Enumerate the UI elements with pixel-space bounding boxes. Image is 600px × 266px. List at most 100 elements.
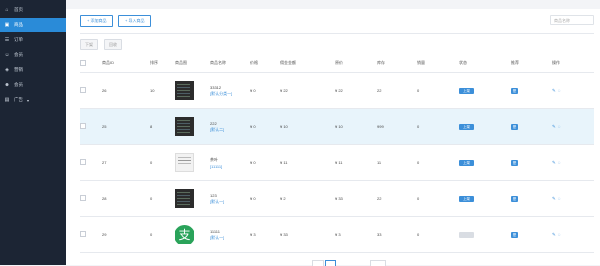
- pagination-next[interactable]: [370, 260, 386, 266]
- goods-thumbnail[interactable]: [175, 153, 194, 172]
- recommend-toggle[interactable]: 是: [511, 159, 518, 166]
- table-row: 27 0 茶叶 [11111] ¥ 0 ¥ 11 ¥ 11 11 0 上架是 ✎◌: [80, 144, 594, 181]
- goods-category-link[interactable]: [默认一]: [210, 235, 250, 241]
- top-bar: [66, 0, 600, 9]
- goods-category-link[interactable]: [默认一]: [210, 199, 250, 205]
- recommend-toggle[interactable]: 是: [511, 87, 518, 94]
- commission: ¥ 10: [280, 108, 335, 145]
- sidebar-item-label: 营销: [14, 67, 23, 72]
- view-icon[interactable]: ◌: [558, 124, 563, 129]
- goods-id: 28: [102, 180, 150, 217]
- recommend-toggle[interactable]: 是: [511, 123, 518, 130]
- select-cell: [80, 72, 102, 109]
- column-header: 排序: [150, 54, 175, 73]
- sort-value: 10: [150, 72, 175, 109]
- goods-category-link[interactable]: [默认分类一]: [210, 91, 250, 97]
- sidebar-item[interactable]: ☺ 会员: [0, 48, 66, 62]
- recommend-toggle[interactable]: 是: [511, 195, 518, 202]
- thumb-cell: 支: [175, 216, 210, 253]
- sidebar-item-label: 广告: [14, 97, 23, 102]
- goods-thumbnail[interactable]: [175, 81, 194, 100]
- actions-cell: ✎◌: [552, 180, 594, 217]
- recycle-button[interactable]: 回收: [104, 39, 122, 50]
- stock: 999: [377, 108, 417, 145]
- actions-cell: ✎◌: [552, 108, 594, 145]
- goods-icon: ▣: [4, 22, 10, 28]
- name-cell: 茶叶 [11111]: [210, 144, 250, 181]
- status-toggle[interactable]: 上架: [459, 231, 474, 238]
- stock: 11: [377, 144, 417, 181]
- marketing-icon: ◈: [5, 67, 9, 73]
- table-row: 29 0 支 11111 [默认一] ¥ 3 ¥ 33 ¥ 3 33 0 上架是 ✎◌: [80, 216, 594, 253]
- recommend-cell: 是: [511, 72, 552, 109]
- view-icon[interactable]: ◌: [558, 160, 563, 165]
- row-checkbox[interactable]: [80, 195, 86, 201]
- view-icon[interactable]: ◌: [558, 196, 563, 201]
- name-cell: 11111 [默认一]: [210, 216, 250, 253]
- select-cell: [80, 144, 102, 181]
- view-icon[interactable]: ◌: [558, 88, 563, 93]
- recommend-toggle[interactable]: 是: [511, 231, 518, 238]
- original-price: ¥ 10: [335, 108, 377, 145]
- sidebar-item[interactable]: ◈ 营销: [0, 63, 66, 77]
- sidebar-item[interactable]: ▣ 商品: [0, 18, 66, 32]
- search-input[interactable]: 商品名称: [550, 15, 594, 25]
- row-actions: ✎◌: [552, 232, 562, 237]
- main-content: + 添加商品 + 导入商品 商品名称 下架 回收 商品ID 排序 商品图 商品名称 价格…: [66, 0, 600, 266]
- goods-table: 商品ID 排序 商品图 商品名称 价格 佣金金额 原价 库存 销量 状态 推荐 操作 26 10 3331…: [80, 54, 594, 253]
- goods-id: 25: [102, 108, 150, 145]
- thumbnail-image: [177, 120, 190, 121]
- recommend-cell: 是: [511, 108, 552, 145]
- column-header: 商品ID: [102, 54, 150, 73]
- table-header: 商品ID 排序 商品图 商品名称 价格 佣金金额 原价 库存 销量 状态 推荐 操作: [80, 54, 594, 73]
- row-checkbox[interactable]: [80, 123, 86, 129]
- original-price: ¥ 3: [335, 216, 377, 253]
- row-actions: ✎◌: [552, 160, 562, 165]
- thumbnail-image: [177, 84, 190, 85]
- pagination-prev[interactable]: [312, 260, 324, 266]
- divider: [80, 33, 594, 34]
- row-actions: ✎◌: [552, 124, 562, 129]
- table-row: 25 8 222 [默认二] ¥ 0 ¥ 10 ¥ 10 999 0 上架是 ✎◌: [80, 108, 594, 145]
- sidebar-item-label: 商品: [14, 22, 23, 27]
- column-header: 库存: [377, 54, 417, 73]
- status-cell: 上架: [459, 72, 511, 109]
- row-actions: ✎◌: [552, 196, 562, 201]
- chevron-down-icon: ▾: [27, 97, 30, 103]
- goods-name: 222: [210, 120, 217, 126]
- price: ¥ 0: [250, 144, 280, 181]
- row-actions: ✎◌: [552, 88, 562, 93]
- sidebar-item-label: 首页: [14, 7, 23, 12]
- pagination-page[interactable]: [325, 260, 336, 266]
- goods-id: 29: [102, 216, 150, 253]
- commission: ¥ 2: [280, 180, 335, 217]
- original-price: ¥ 22: [335, 72, 377, 109]
- row-checkbox[interactable]: [80, 87, 86, 93]
- off-shelf-button[interactable]: 下架: [80, 39, 98, 50]
- price: ¥ 0: [250, 72, 280, 109]
- sidebar-item[interactable]: ☰ 订单: [0, 33, 66, 47]
- row-checkbox[interactable]: [80, 231, 86, 237]
- goods-thumbnail[interactable]: [175, 117, 194, 136]
- status-cell: 上架: [459, 144, 511, 181]
- goods-category-link[interactable]: [默认二]: [210, 127, 250, 133]
- add-goods-button[interactable]: + 添加商品: [80, 15, 114, 27]
- status-toggle[interactable]: 上架: [459, 159, 474, 166]
- thumbnail-image: [177, 192, 190, 193]
- select-all-checkbox[interactable]: [80, 59, 86, 66]
- view-icon[interactable]: ◌: [558, 232, 563, 237]
- status-toggle[interactable]: 上架: [459, 195, 474, 202]
- sidebar-item[interactable]: ☻ 会员: [0, 78, 66, 92]
- import-goods-button[interactable]: + 导入商品: [118, 15, 152, 27]
- sales: 0: [417, 144, 459, 181]
- sidebar-item[interactable]: ▤ 广告 ▾: [0, 93, 66, 107]
- row-checkbox[interactable]: [80, 159, 86, 165]
- original-price: ¥ 11: [335, 144, 377, 181]
- goods-thumbnail[interactable]: [175, 189, 194, 208]
- goods-name: 33312: [210, 84, 222, 90]
- goods-category-link[interactable]: [11111]: [210, 164, 250, 169]
- sidebar-item[interactable]: ⌂ 首页: [0, 3, 66, 17]
- status-toggle[interactable]: 上架: [459, 123, 474, 130]
- status-toggle[interactable]: 上架: [459, 87, 474, 94]
- goods-thumbnail[interactable]: 支: [175, 225, 194, 244]
